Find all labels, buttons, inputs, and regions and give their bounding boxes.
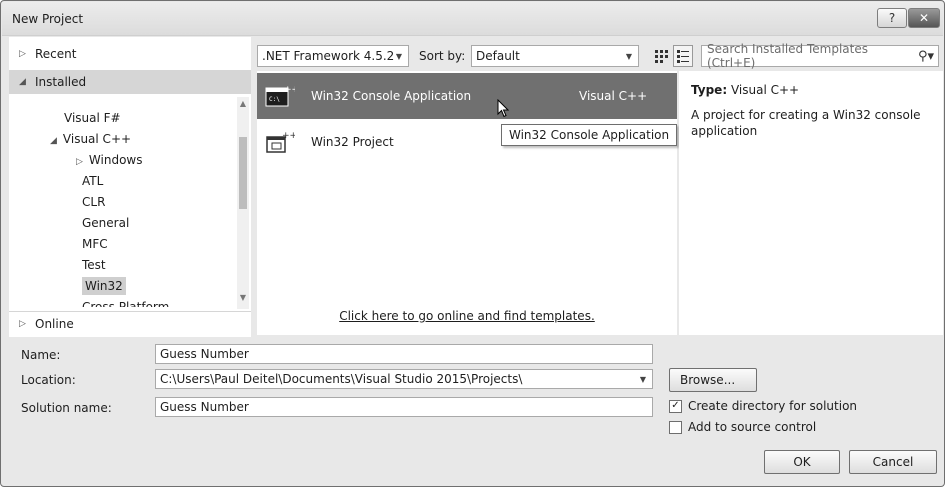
tree-item-label: Cross Platform: [82, 300, 170, 307]
checkbox-checked-icon[interactable]: ✓: [669, 399, 682, 413]
template-row-console[interactable]: C:\ ++ Win32 Console Application Visual …: [257, 73, 677, 119]
template-type: Type: Visual C++: [691, 83, 799, 97]
chevron-down-icon: ▼: [395, 51, 402, 61]
cancel-button[interactable]: Cancel: [849, 450, 937, 474]
nav-online-label: Online: [35, 316, 74, 331]
small-icons-view-button[interactable]: [651, 45, 671, 67]
tree-item[interactable]: Test: [82, 256, 106, 274]
tree-item-label: CLR: [82, 195, 106, 209]
type-label: Type:: [691, 83, 728, 97]
close-icon: ✕: [918, 11, 930, 25]
grid-view-icon: [655, 50, 668, 63]
template-name: Win32 Console Application: [311, 89, 472, 103]
tree-item-label: MFC: [82, 237, 108, 251]
close-button[interactable]: ✕: [908, 8, 940, 28]
search-placeholder: Search Installed Templates (Ctrl+E): [707, 42, 868, 70]
scroll-down-icon[interactable]: ▼: [237, 293, 249, 302]
help-button[interactable]: ?: [877, 8, 907, 28]
scrollbar-thumb[interactable]: [239, 137, 247, 209]
tree-item-label: Windows: [88, 153, 143, 167]
nav-online[interactable]: ▷ Online: [9, 311, 251, 335]
template-navigation: ▷ Recent ◢ Installed Visual F# ◢ Visual C+…: [9, 37, 251, 337]
tree-item-label: ATL: [82, 174, 104, 188]
source-control-label: Add to source control: [688, 420, 817, 434]
tree-item[interactable]: CLR: [82, 193, 105, 211]
template-details: Type: Visual C++ A project for creating …: [679, 71, 943, 335]
console-app-icon: C:\ ++: [265, 84, 299, 108]
collapse-arrow-icon: ◢: [19, 77, 26, 87]
tree-item-label: Visual C++: [62, 132, 132, 146]
tree-item[interactable]: ◢ Visual C++: [50, 130, 131, 148]
chevron-down-icon: ▼: [639, 374, 646, 384]
type-value: Visual C++: [730, 83, 800, 97]
help-icon: ?: [888, 11, 896, 25]
location-dropdown[interactable]: C:\Users\Paul Deitel\Documents\Visual St…: [155, 369, 653, 389]
checkbox-unchecked-icon[interactable]: [669, 420, 682, 434]
sort-by-label: Sort by:: [419, 49, 466, 63]
tree-item-label: General: [82, 216, 130, 230]
scroll-up-icon[interactable]: ▲: [237, 99, 249, 108]
tree-item[interactable]: Win32: [82, 277, 126, 295]
create-directory-checkbox[interactable]: ✓ Create directory for solution: [669, 399, 857, 413]
template-tooltip: Win32 Console Application: [501, 124, 678, 146]
nav-recent[interactable]: ▷ Recent: [9, 42, 251, 66]
search-templates-input[interactable]: Search Installed Templates (Ctrl+E) ⚲▾: [701, 42, 939, 70]
chevron-down-icon: ▼: [625, 51, 632, 61]
win32-project-icon: ++: [265, 130, 297, 154]
list-view-button[interactable]: [673, 45, 693, 67]
nav-installed-label: Installed: [35, 75, 87, 89]
title-bar: New Project ? ✕: [2, 2, 943, 36]
tree-item[interactable]: ▷ Windows: [76, 151, 143, 169]
template-description: A project for creating a Win32 console a…: [691, 108, 921, 138]
collapse-arrow-icon[interactable]: ◢: [50, 136, 57, 146]
framework-dropdown[interactable]: .NET Framework 4.5.2 ▼: [257, 45, 409, 67]
project-name-input[interactable]: Guess Number: [155, 344, 653, 364]
new-project-dialog: New Project ? ✕ ▷ Recent ◢ Installed Vis…: [0, 0, 945, 487]
template-list: C:\ ++ Win32 Console Application Visual …: [257, 71, 677, 335]
sort-value: Default: [476, 49, 520, 63]
svg-text:++: ++: [282, 131, 295, 141]
installed-tree: Visual F# ◢ Visual C++ ▷ Windows ATL CLR Genera…: [9, 97, 235, 307]
ok-button[interactable]: OK: [764, 450, 840, 474]
solution-name-value: Guess Number: [160, 400, 249, 414]
location-label: Location:: [21, 373, 76, 387]
dialog-title: New Project: [12, 12, 84, 26]
expand-arrow-icon[interactable]: ▷: [76, 157, 83, 167]
svg-text:++: ++: [284, 85, 295, 95]
solution-name-label: Solution name:: [21, 401, 112, 415]
template-language: Visual C++: [579, 89, 648, 103]
tree-item[interactable]: Visual F#: [64, 109, 121, 127]
online-templates-link[interactable]: Click here to go online and find templat…: [257, 309, 677, 323]
framework-value: .NET Framework 4.5.2: [262, 49, 395, 63]
list-view-icon: [677, 50, 689, 63]
sort-dropdown[interactable]: Default ▼: [471, 45, 639, 67]
name-label: Name:: [21, 348, 61, 362]
tree-item-label: Test: [82, 258, 106, 272]
template-name: Win32 Project: [311, 135, 394, 149]
tree-item[interactable]: MFC: [82, 235, 108, 253]
nav-installed[interactable]: ◢ Installed: [9, 70, 251, 94]
tree-item[interactable]: ATL: [82, 172, 103, 190]
location-value: C:\Users\Paul Deitel\Documents\Visual St…: [160, 372, 523, 386]
nav-recent-label: Recent: [35, 47, 77, 61]
project-name-value: Guess Number: [160, 347, 249, 361]
create-directory-label: Create directory for solution: [688, 399, 858, 413]
tree-item[interactable]: Cross Platform: [82, 298, 169, 307]
svg-text:C:\: C:\: [269, 96, 280, 103]
tree-scrollbar[interactable]: ▲ ▼: [237, 97, 249, 309]
expand-arrow-icon: ▷: [19, 49, 26, 59]
tree-item[interactable]: General: [82, 214, 129, 232]
solution-name-input[interactable]: Guess Number: [155, 397, 653, 417]
expand-arrow-icon: ▷: [19, 318, 26, 329]
mouse-cursor-icon: [497, 99, 510, 118]
source-control-checkbox[interactable]: Add to source control: [669, 420, 816, 434]
tree-item-label: Visual F#: [64, 111, 121, 125]
browse-button[interactable]: Browse...: [669, 368, 757, 392]
tree-item-label: Win32: [85, 279, 123, 293]
search-icon[interactable]: ⚲▾: [918, 49, 934, 64]
